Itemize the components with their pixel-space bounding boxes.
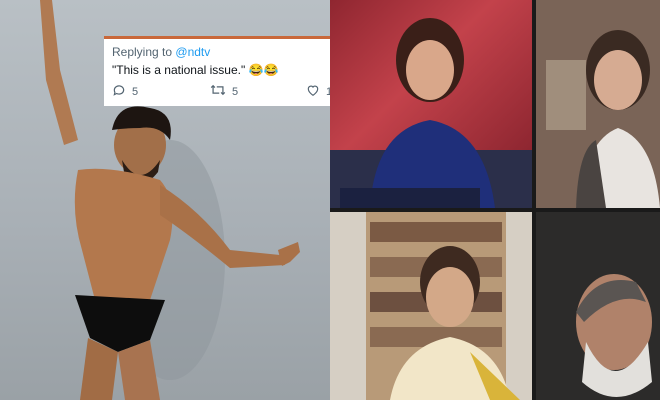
video-tile-guest-2 <box>330 212 532 400</box>
replying-to-handle[interactable]: @ndtv <box>175 45 210 59</box>
video-grid <box>330 0 660 400</box>
guest-3-photo <box>576 274 652 397</box>
video-tile-anchor <box>330 0 532 208</box>
anchor-photo <box>330 18 532 208</box>
reply-count: 5 <box>132 85 139 98</box>
heart-icon <box>306 83 320 100</box>
retweet-count: 5 <box>232 85 239 98</box>
video-tile-guest-1 <box>536 0 660 208</box>
retweet-icon <box>210 83 226 100</box>
replying-to-label: Replying to <box>112 45 173 59</box>
reply-icon <box>112 83 126 100</box>
video-tile-guest-3 <box>536 212 660 400</box>
guest-1-photo <box>536 0 660 208</box>
guest-2-photo <box>366 212 520 400</box>
reply-button[interactable]: 5 <box>112 83 210 100</box>
retweet-button[interactable]: 5 <box>210 83 306 100</box>
